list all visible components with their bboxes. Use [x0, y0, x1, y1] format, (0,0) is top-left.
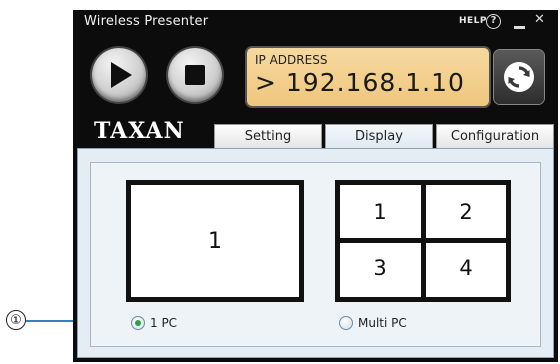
brand-logo: TAXAN	[94, 118, 185, 144]
display-panel: 1 1 2 3 4 1 PC Multi PC	[77, 148, 554, 358]
stop-button[interactable]	[168, 48, 222, 102]
tab-setting[interactable]: Setting	[214, 124, 322, 148]
radio-1-pc[interactable]	[131, 316, 145, 330]
layout-cell-number: 4	[459, 256, 473, 280]
minimize-button[interactable]	[514, 26, 525, 29]
help-icon[interactable]: ?	[486, 14, 501, 29]
layout-cell-number: 3	[373, 256, 387, 280]
tab-display[interactable]: Display	[325, 124, 433, 148]
layout-cell-number: 2	[459, 200, 473, 224]
stop-icon	[185, 65, 205, 85]
help-button[interactable]: HELP	[459, 16, 487, 26]
display-layout-group: 1 1 2 3 4 1 PC Multi PC	[90, 162, 541, 347]
ip-address-label: IP ADDRESS	[255, 53, 328, 67]
grid-divider-horizontal	[340, 238, 506, 243]
layout-cell-number: 1	[373, 200, 387, 224]
single-pc-layout-preview[interactable]: 1	[126, 180, 304, 302]
refresh-button[interactable]	[494, 50, 544, 104]
radio-multi-pc[interactable]	[339, 316, 353, 330]
ip-address-display: IP ADDRESS > 192.168.1.10	[247, 48, 489, 106]
window-title: Wireless Presenter	[84, 14, 209, 29]
close-button[interactable]: ✕	[534, 12, 545, 27]
refresh-icon	[504, 62, 534, 92]
multi-pc-layout-preview[interactable]: 1 2 3 4	[335, 180, 511, 302]
ip-address-value: > 192.168.1.10	[255, 68, 465, 97]
callout-marker: ①	[6, 310, 26, 330]
radio-multi-pc-label: Multi PC	[358, 316, 407, 330]
play-icon	[111, 62, 132, 88]
single-layout-number: 1	[208, 229, 222, 254]
radio-1-pc-label: 1 PC	[150, 316, 178, 330]
app-window: Wireless Presenter HELP ? ✕ IP ADDRESS >…	[73, 10, 558, 362]
play-button[interactable]	[92, 48, 146, 102]
title-bar: Wireless Presenter HELP ? ✕	[73, 10, 558, 40]
tab-configuration[interactable]: Configuration	[436, 124, 554, 148]
